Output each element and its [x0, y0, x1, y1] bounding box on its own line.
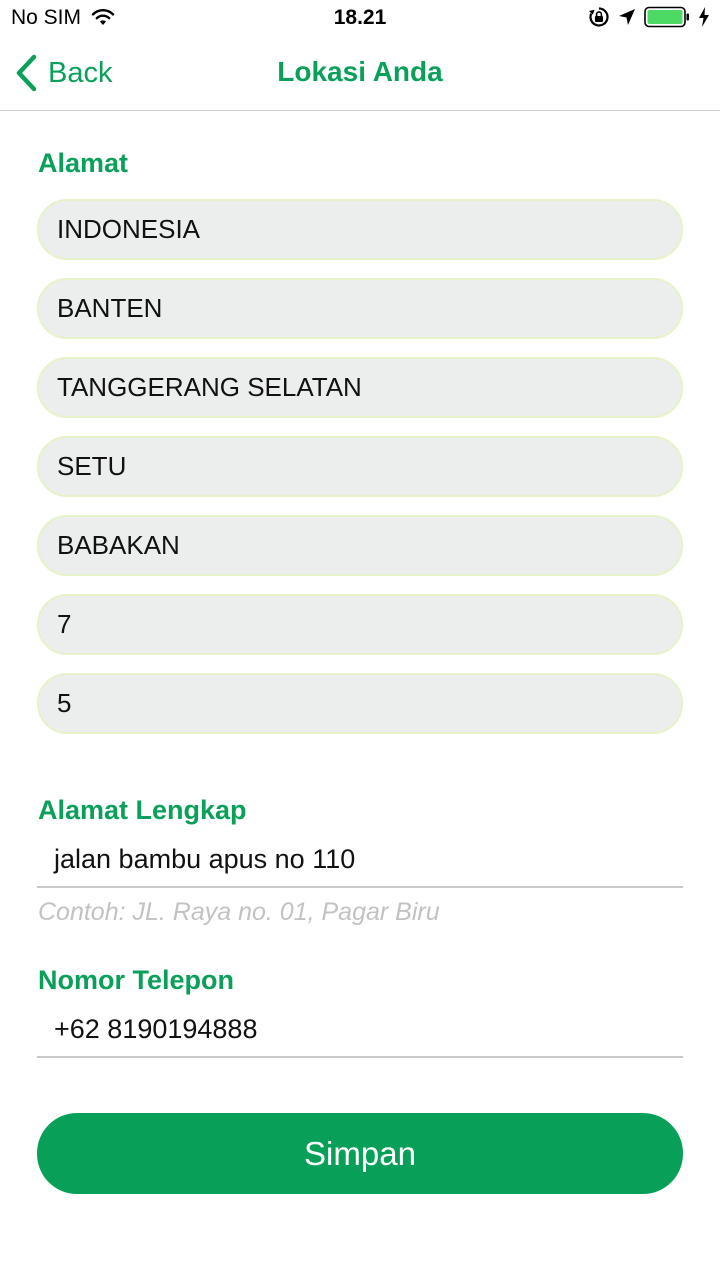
city-field[interactable]: TANGGERANG SELATAN [37, 357, 683, 418]
full-address-hint: Contoh: JL. Raya no. 01, Pagar Biru [38, 898, 440, 926]
rt-field[interactable]: 7 [37, 594, 683, 655]
phone-label: Nomor Telepon [38, 965, 235, 995]
country-field[interactable]: INDONESIA [37, 199, 683, 260]
district-field[interactable]: SETU [37, 436, 683, 497]
address-label: Alamat [38, 148, 129, 178]
navigation-bar: Back Lokasi Anda [0, 38, 720, 111]
status-bar: No SIM 18.21 [0, 0, 720, 38]
charging-bolt-icon [698, 7, 710, 27]
battery-icon [644, 6, 690, 28]
phone-input[interactable]: +62 8190194888 [37, 1002, 683, 1058]
save-button[interactable]: Simpan [37, 1113, 683, 1194]
status-right [580, 6, 710, 28]
rw-field[interactable]: 5 [37, 673, 683, 734]
page-title: Lokasi Anda [277, 56, 443, 87]
full-address-input[interactable]: jalan bambu apus no 110 [37, 832, 683, 888]
location-arrow-icon [618, 8, 636, 26]
rotation-lock-icon [588, 6, 610, 28]
province-field[interactable]: BANTEN [37, 278, 683, 339]
full-address-label: Alamat Lengkap [38, 795, 247, 825]
village-field[interactable]: BABAKAN [37, 515, 683, 576]
